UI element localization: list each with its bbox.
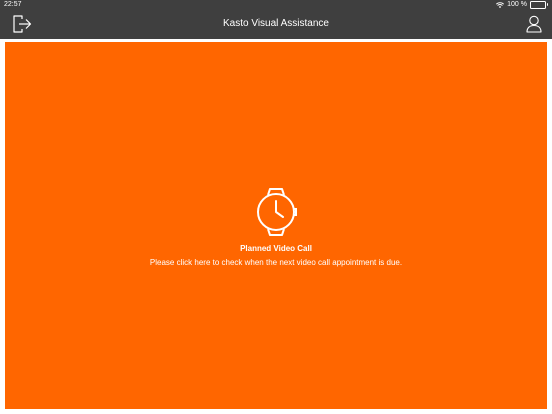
planned-video-call-info[interactable]: Planned Video Call Please click here to …: [5, 186, 547, 267]
page-title: Kasto Visual Assistance: [223, 18, 329, 29]
status-indicators: 100 %: [496, 0, 548, 9]
battery-icon: [530, 0, 548, 9]
wifi-icon: [496, 1, 505, 8]
status-time: 22:57: [4, 1, 22, 8]
status-bar: 22:57 100 %: [0, 0, 552, 9]
planned-video-call-description[interactable]: Please click here to check when the next…: [150, 258, 402, 267]
planned-video-call-panel[interactable]: Planned Video Call Please click here to …: [5, 42, 547, 409]
battery-percentage: 100 %: [507, 1, 527, 8]
planned-video-call-title: Planned Video Call: [240, 244, 312, 253]
watch-clock-icon: [250, 186, 302, 238]
navigation-bar: Kasto Visual Assistance: [0, 9, 552, 39]
user-icon[interactable]: [526, 15, 542, 33]
